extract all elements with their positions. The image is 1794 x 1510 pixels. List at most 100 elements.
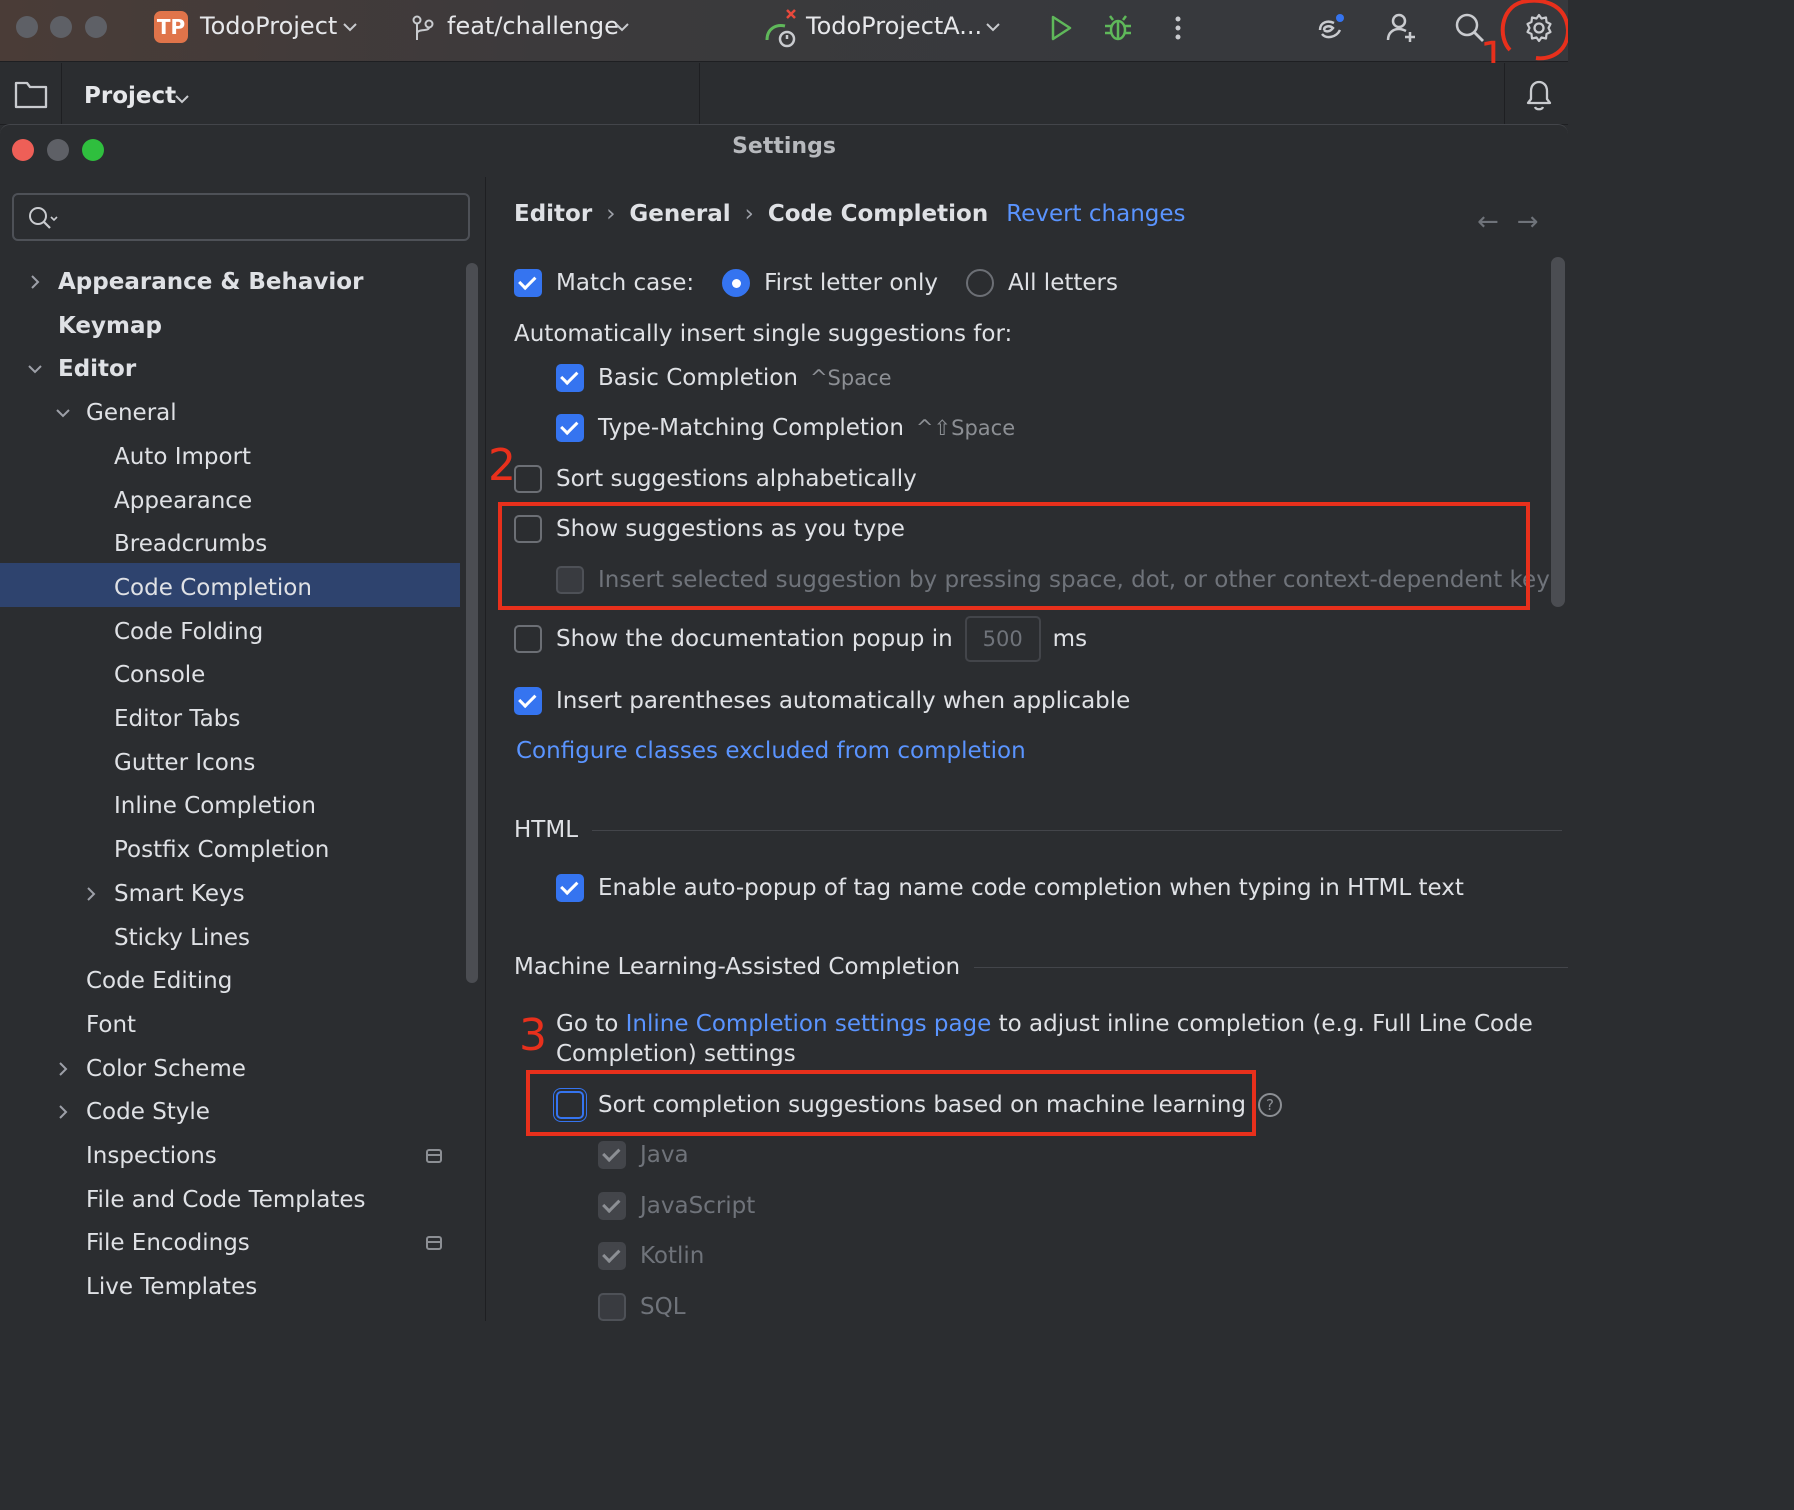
sidebar-item-color-scheme[interactable]: Color Scheme <box>86 1048 246 1090</box>
dialog-title: Settings <box>732 134 836 159</box>
ml-javascript-checkbox[interactable] <box>598 1192 626 1220</box>
run-config-icon <box>765 9 796 48</box>
insert-parens-label: Insert parentheses automatically when ap… <box>556 688 1131 714</box>
project-badge[interactable]: TP <box>154 11 188 43</box>
html-autopopup-label: Enable auto-popup of tag name code compl… <box>598 875 1464 901</box>
html-autopopup-row: Enable auto-popup of tag name code compl… <box>556 868 1464 908</box>
chevron-right-icon[interactable] <box>82 885 100 903</box>
html-section-header: HTML <box>514 817 1563 843</box>
ml-sql-checkbox[interactable] <box>598 1293 626 1321</box>
separator <box>974 966 1568 968</box>
sidebar-item-sticky-lines[interactable]: Sticky Lines <box>114 917 250 959</box>
help-icon[interactable]: ? <box>1258 1093 1283 1117</box>
notifications-bell-icon[interactable] <box>1522 77 1556 113</box>
type-matching-row: Type-Matching Completion ^⇧Space <box>556 408 1015 448</box>
insert-parens-row: Insert parentheses automatically when ap… <box>514 681 1130 721</box>
sort-alpha-row: Sort suggestions alphabetically <box>514 459 917 499</box>
sidebar-item-postfix-completion[interactable]: Postfix Completion <box>114 829 329 871</box>
sidebar-item-code-style[interactable]: Code Style <box>86 1091 210 1133</box>
run-button[interactable] <box>1040 8 1080 48</box>
sidebar-item-code-editing[interactable]: Code Editing <box>86 960 232 1002</box>
basic-completion-checkbox[interactable] <box>556 364 584 392</box>
ml-sql-label: SQL <box>640 1294 686 1320</box>
sidebar-item-general[interactable]: General <box>86 392 177 434</box>
ml-javascript-label: JavaScript <box>640 1193 756 1219</box>
sidebar-item-live-templates[interactable]: Live Templates <box>86 1266 257 1308</box>
project-tool-button[interactable] <box>0 63 62 125</box>
sidebar-item-inline-completion[interactable]: Inline Completion <box>114 785 316 827</box>
content-scrollbar[interactable] <box>1551 257 1565 607</box>
sidebar-item-file-encodings[interactable]: File Encodings <box>86 1222 250 1264</box>
branch-selector[interactable]: feat/challenge <box>447 12 619 40</box>
run-config-selector[interactable]: TodoProjectA... <box>806 12 982 40</box>
main-toolbar: TP TodoProject feat/challenge TodoProjec… <box>0 0 1568 62</box>
type-matching-label: Type-Matching Completion <box>598 415 904 441</box>
sidebar-item-appearance-behavior[interactable]: Appearance & Behavior <box>58 261 363 303</box>
html-autopopup-checkbox[interactable] <box>556 874 584 902</box>
sidebar-item-smart-keys[interactable]: Smart Keys <box>114 873 245 915</box>
sidebar-item-keymap[interactable]: Keymap <box>58 305 162 347</box>
annotation-number-3: 3 <box>519 1010 547 1061</box>
chevron-down-icon[interactable] <box>54 404 72 422</box>
section-title: Machine Learning-Assisted Completion <box>514 954 961 980</box>
breadcrumb-item[interactable]: Editor <box>514 201 592 227</box>
ml-java-checkbox[interactable] <box>598 1141 626 1169</box>
window-zoom-button[interactable] <box>85 16 107 38</box>
sidebar-item-code-completion[interactable]: Code Completion <box>114 567 312 609</box>
chevron-right-icon[interactable] <box>26 273 44 291</box>
project-view-selector[interactable]: Project <box>84 83 176 109</box>
doc-popup-checkbox[interactable] <box>514 625 542 653</box>
sidebar-item-code-folding[interactable]: Code Folding <box>114 611 263 653</box>
shortcut-hint: ^⇧Space <box>915 416 1016 440</box>
ml-kotlin-checkbox[interactable] <box>598 1242 626 1270</box>
chevron-down-icon <box>986 23 1000 32</box>
doc-popup-delay-input[interactable]: 500 <box>964 616 1041 662</box>
folder-icon <box>14 81 47 109</box>
sidebar-item-console[interactable]: Console <box>114 654 205 696</box>
more-actions-button[interactable] <box>1158 8 1198 48</box>
debug-button[interactable] <box>1098 8 1138 48</box>
chevron-down-icon <box>615 23 629 32</box>
panel-divider <box>699 63 700 125</box>
sidebar-item-gutter-icons[interactable]: Gutter Icons <box>114 742 255 784</box>
annotation-number-2: 2 <box>488 440 516 491</box>
chevron-right-icon[interactable] <box>54 1060 72 1078</box>
sidebar-item-editor-tabs[interactable]: Editor Tabs <box>114 698 240 740</box>
forward-arrow-icon[interactable]: → <box>1517 207 1539 237</box>
ml-javascript-row: JavaScript <box>598 1186 755 1226</box>
revert-changes-link[interactable]: Revert changes <box>1006 201 1185 227</box>
shortcut-hint: ^Space <box>809 366 892 390</box>
ml-java-row: Java <box>598 1135 689 1175</box>
ml-kotlin-row: Kotlin <box>598 1236 704 1276</box>
sidebar-item-editor[interactable]: Editor <box>58 348 136 390</box>
chevron-down-icon <box>175 95 189 104</box>
sort-alpha-checkbox[interactable] <box>514 465 542 493</box>
insert-parens-checkbox[interactable] <box>514 687 542 715</box>
sidebar-item-auto-import[interactable]: Auto Import <box>114 436 251 478</box>
all-letters-radio[interactable] <box>965 269 994 297</box>
auto-insert-heading: Automatically insert single suggestions … <box>514 321 1013 347</box>
first-letter-radio[interactable] <box>722 269 751 297</box>
configure-excluded-link[interactable]: Configure classes excluded from completi… <box>516 731 1026 771</box>
sidebar-item-font[interactable]: Font <box>86 1004 136 1046</box>
breadcrumb-item[interactable]: General <box>629 201 730 227</box>
window-close-button[interactable] <box>16 16 38 38</box>
chevron-right-icon[interactable] <box>54 1103 72 1121</box>
vcs-branch-icon <box>412 15 434 40</box>
sidebar-item-breadcrumbs[interactable]: Breadcrumbs <box>114 523 267 565</box>
settings-search-input[interactable] <box>12 193 470 241</box>
back-arrow-icon[interactable]: ← <box>1477 207 1499 237</box>
ai-assistant-button[interactable] <box>1310 8 1350 48</box>
breadcrumb: Editor › General › Code Completion Revert ch… <box>514 201 1186 227</box>
sidebar-item-inspections[interactable]: Inspections <box>86 1135 217 1177</box>
debug-icon <box>1105 15 1131 41</box>
type-matching-checkbox[interactable] <box>556 414 584 442</box>
sidebar-item-file-and-code-templates[interactable]: File and Code Templates <box>86 1179 366 1221</box>
sidebar-item-appearance[interactable]: Appearance <box>114 480 252 522</box>
sidebar-scrollbar[interactable] <box>466 263 478 983</box>
window-minimize-button[interactable] <box>50 16 72 38</box>
project-selector[interactable]: TodoProject <box>200 12 337 40</box>
chevron-down-icon[interactable] <box>26 360 44 378</box>
match-case-checkbox[interactable] <box>514 269 542 297</box>
code-with-me-button[interactable] <box>1381 8 1421 48</box>
